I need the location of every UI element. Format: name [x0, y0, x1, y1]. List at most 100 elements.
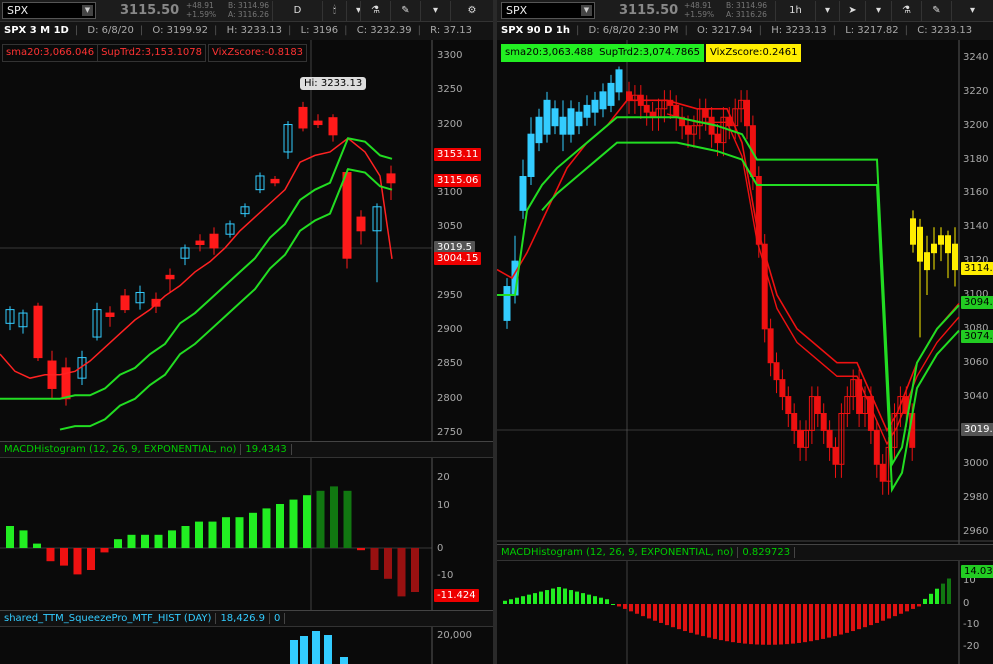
- macd-bar: [33, 543, 41, 548]
- candle: [328, 117, 338, 136]
- macd-bar: [208, 521, 217, 548]
- chart-pane-left[interactable]: SPX ▼ 3115.50 +48.91 +1.59% B: 3114.96 A…: [0, 0, 493, 664]
- macd-bar: [617, 604, 621, 607]
- candle: [873, 429, 880, 465]
- candle: [120, 295, 130, 311]
- macd-bar: [587, 594, 591, 604]
- supertrend-line: [0, 137, 393, 400]
- candle: [209, 233, 219, 249]
- macd-bar: [677, 604, 681, 630]
- candle: [797, 429, 804, 448]
- macd-bar: [899, 604, 903, 614]
- price-label-supertrend: 3074.: [961, 330, 993, 343]
- macd-bar: [809, 604, 813, 642]
- candle: [195, 240, 205, 245]
- candle: [879, 463, 886, 482]
- squeeze-bar: [324, 635, 332, 664]
- price-axis-tick: 3040: [963, 390, 989, 402]
- macd-bar: [857, 604, 861, 630]
- candle: [867, 396, 874, 431]
- candle: [503, 286, 511, 321]
- macd-bar: [503, 600, 507, 604]
- vixzscore-label: VixZscore:0.2461: [706, 44, 802, 62]
- macd-bar: [653, 604, 657, 621]
- candle: [931, 243, 937, 254]
- squeeze-bar: [312, 631, 320, 664]
- candle: [551, 108, 559, 127]
- macd-bar: [755, 604, 759, 645]
- candle: [826, 429, 833, 448]
- candle: [938, 235, 944, 245]
- macd-value: 0.829723: [738, 547, 796, 558]
- price-axis-tick: 3050: [437, 221, 463, 233]
- candle: [714, 133, 721, 144]
- macd-bar: [569, 590, 573, 604]
- candle: [33, 305, 43, 359]
- candle: [832, 446, 839, 465]
- macd-bar: [551, 588, 555, 604]
- macd-bar: [641, 604, 645, 617]
- candle: [567, 108, 575, 135]
- macd-bar: [839, 604, 843, 635]
- candle: [952, 243, 958, 271]
- supertrend-lower-line: [59, 167, 393, 431]
- macd-bar: [509, 599, 513, 604]
- macd-bar: [605, 599, 609, 604]
- macd-bar: [689, 604, 693, 633]
- chart-canvas-right[interactable]: [497, 0, 993, 664]
- macd-axis-tick: -10: [963, 619, 980, 630]
- macd-bar: [141, 534, 149, 548]
- macd-bar: [276, 504, 284, 548]
- macd-bar: [557, 587, 561, 604]
- macd-bar: [869, 604, 873, 626]
- macd-bar: [887, 604, 891, 619]
- supertrend-label: SupTrd2:3,153.1078: [97, 44, 207, 62]
- price-axis-tick: 3180: [963, 153, 989, 165]
- macd-bar: [917, 604, 921, 607]
- high-tooltip: Hi: 3233.13: [300, 77, 367, 90]
- macd-bar: [303, 495, 311, 548]
- macd-bar: [731, 604, 735, 643]
- squeeze-value-2: 0: [269, 613, 286, 624]
- squeeze-bar: [300, 636, 308, 664]
- macd-bar: [833, 604, 837, 637]
- macd-bar: [289, 499, 298, 548]
- macd-bar: [100, 548, 109, 553]
- candle: [945, 235, 951, 254]
- macd-axis-tick: 0: [437, 543, 444, 554]
- candle: [773, 362, 780, 381]
- macd-axis-tick: -10: [437, 570, 454, 581]
- price-axis-tick: 3200: [437, 118, 463, 130]
- macd-bar: [154, 534, 163, 548]
- price-label-crosshair: 3019.: [961, 423, 993, 436]
- macd-bar: [545, 590, 549, 604]
- macd-bar: [905, 604, 909, 612]
- candle: [599, 91, 607, 110]
- price-label-sma: 3094.: [961, 296, 993, 309]
- macd-bar: [384, 548, 392, 579]
- candle: [270, 178, 280, 184]
- price-axis-tick: 2750: [437, 427, 463, 438]
- macd-bar: [821, 604, 825, 639]
- macd-bar: [235, 517, 244, 548]
- macd-bar: [713, 604, 717, 639]
- macd-bar: [19, 530, 28, 548]
- macd-bar: [851, 604, 855, 632]
- candle: [591, 99, 599, 113]
- chart-canvas-left[interactable]: [0, 0, 493, 664]
- price-axis-tick: 2960: [963, 526, 989, 537]
- macd-axis-tick: 10: [437, 500, 450, 511]
- macd-label: MACDHistogram (12, 26, 9, EXPONENTIAL, n…: [497, 547, 739, 558]
- candle: [685, 125, 691, 135]
- price-axis-tick: 2950: [437, 289, 463, 301]
- macd-bar: [923, 598, 927, 604]
- macd-bar: [87, 548, 95, 570]
- macd-bar: [181, 526, 190, 548]
- chart-pane-right[interactable]: SPX ▼ 3115.50 +48.91 +1.59% B: 3114.96 A…: [497, 0, 993, 664]
- macd-bar: [575, 591, 579, 604]
- candle: [917, 226, 923, 262]
- price-axis-tick: 3000: [963, 458, 989, 470]
- macd-bar: [785, 604, 789, 645]
- candle: [779, 379, 786, 398]
- study-labels: sma20:3,066.046 SupTrd2:3,153.1078 VixZs…: [2, 44, 309, 62]
